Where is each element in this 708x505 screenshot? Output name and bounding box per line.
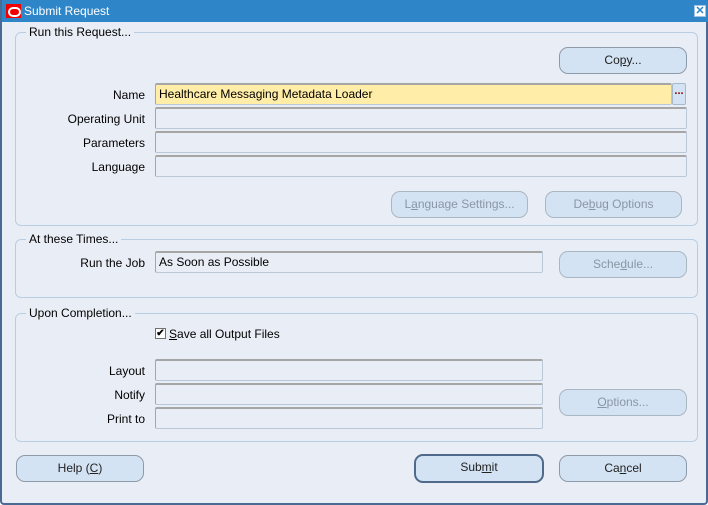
language-field[interactable] xyxy=(155,155,687,177)
name-lov-button[interactable]: ... xyxy=(672,83,686,105)
schedule-mnemonic: d xyxy=(620,257,628,271)
language-settings-label-post: nguage Settings... xyxy=(417,197,515,211)
options-label-post: ptions... xyxy=(606,395,649,409)
language-settings-button[interactable]: Language Settings... xyxy=(391,191,528,218)
notify-label: Notify xyxy=(114,388,145,402)
run-request-group-label: Run this Request... xyxy=(26,25,135,39)
cancel-label-pre: Ca xyxy=(604,461,620,475)
submit-label-post: it xyxy=(491,460,498,474)
debug-options-label-post: ug Options xyxy=(595,197,654,211)
print-to-label: Print to xyxy=(106,412,145,426)
options-mnemonic: O xyxy=(597,395,607,409)
copy-button-label-post: y... xyxy=(626,53,642,67)
name-label: Name xyxy=(112,88,145,102)
save-output-mnemonic: S xyxy=(169,327,178,341)
options-button[interactable]: Options... xyxy=(559,389,687,416)
submit-button[interactable]: Submit xyxy=(414,454,544,483)
times-group-label: At these Times... xyxy=(26,232,122,246)
cancel-button[interactable]: Cancel xyxy=(559,455,687,482)
submit-label-pre: Sub xyxy=(460,460,482,474)
copy-button-label-pre: Co xyxy=(604,53,620,67)
layout-label: Layout xyxy=(108,364,145,378)
schedule-label-post: ule... xyxy=(627,257,654,271)
run-the-job-field[interactable]: As Soon as Possible xyxy=(155,251,543,273)
title-bar[interactable]: Submit Request ✕ xyxy=(2,0,708,22)
operating-unit-field[interactable] xyxy=(155,107,687,129)
language-settings-mnemonic: a xyxy=(411,197,418,211)
language-label: Language xyxy=(91,160,145,174)
operating-unit-label: Operating Unit xyxy=(67,112,145,126)
save-output-checkbox[interactable]: ✔ xyxy=(155,328,166,339)
completion-group-label: Upon Completion... xyxy=(26,306,135,320)
parameters-label: Parameters xyxy=(82,136,145,150)
help-label-pre: Help ( xyxy=(57,461,90,475)
layout-field[interactable] xyxy=(155,359,543,381)
debug-options-button[interactable]: Debug Options xyxy=(545,191,682,218)
print-to-field[interactable] xyxy=(155,407,543,429)
parameters-field[interactable] xyxy=(155,131,687,153)
cancel-label-post: cel xyxy=(626,461,642,475)
oracle-logo-icon xyxy=(6,4,21,18)
save-output-label[interactable]: Save all Output Files xyxy=(169,327,280,341)
submit-request-dialog: Submit Request ✕ Run this Request... Cop… xyxy=(0,0,708,505)
submit-mnemonic: m xyxy=(481,460,492,474)
save-output-label-text: ave all Output Files xyxy=(177,327,280,341)
close-icon[interactable]: ✕ xyxy=(694,5,706,17)
help-label-post: ) xyxy=(98,461,103,475)
debug-options-label-pre: De xyxy=(573,197,589,211)
schedule-button[interactable]: Schedule... xyxy=(559,251,687,278)
window-title: Submit Request xyxy=(24,4,110,18)
notify-field[interactable] xyxy=(155,383,543,405)
run-the-job-label: Run the Job xyxy=(80,256,145,270)
schedule-label-pre: Sche xyxy=(592,257,621,271)
copy-button[interactable]: Copy... xyxy=(559,47,687,74)
name-field[interactable]: Healthcare Messaging Metadata Loader xyxy=(155,83,672,105)
help-button[interactable]: Help (C) xyxy=(16,455,144,482)
